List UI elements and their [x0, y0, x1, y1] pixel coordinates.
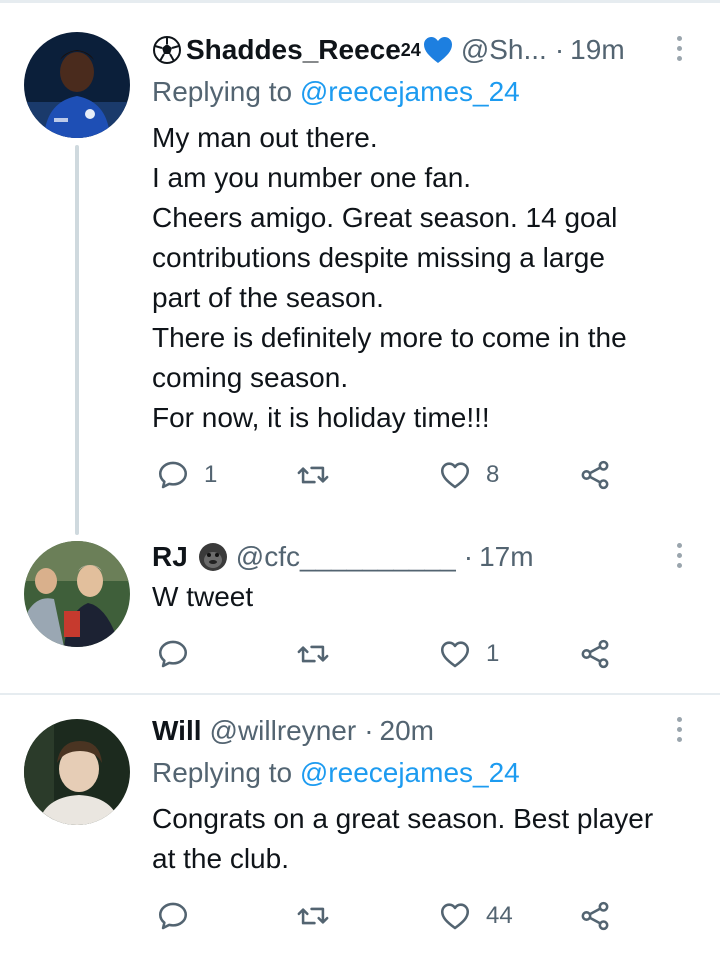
tweet-line: There is definitely more to come in the [152, 322, 627, 353]
thread-line [75, 145, 79, 535]
handle[interactable]: @Sh... [461, 32, 547, 68]
display-name[interactable]: RJ [152, 539, 228, 575]
retweet-button[interactable] [296, 896, 344, 936]
share-icon [581, 639, 609, 669]
blue-heart-icon [423, 37, 452, 63]
separator-dot: · [554, 34, 565, 65]
like-button[interactable]: 44 [438, 896, 513, 936]
gorilla-icon [198, 543, 227, 571]
display-name-text: RJ [152, 541, 188, 572]
share-button[interactable] [578, 896, 612, 936]
reply-icon [158, 461, 188, 489]
replying-to-label: Replying to [152, 757, 293, 788]
share-button[interactable] [578, 634, 612, 674]
tweet-line: at the club. [152, 843, 289, 874]
timestamp[interactable]: 19m [570, 32, 624, 68]
reply-count: 1 [204, 461, 218, 488]
retweet-button[interactable] [296, 455, 344, 495]
display-name[interactable]: Will [152, 713, 202, 749]
tweet-line: part of the season. [152, 282, 384, 313]
heart-icon [440, 903, 470, 930]
timestamp[interactable]: 17m [479, 539, 533, 575]
display-name-text: Shaddes_Reece [186, 34, 401, 65]
tweet-line: Cheers amigo. Great season. 14 goal [152, 202, 618, 233]
heart-icon [440, 462, 470, 489]
action-bar: 1 [152, 634, 632, 674]
tweet-line: I am you number one fan. [152, 162, 472, 193]
handle[interactable]: @cfc__________ [236, 539, 456, 575]
reply-button[interactable] [156, 634, 204, 674]
mention-link[interactable]: @reecejames_24 [300, 76, 520, 107]
separator-dot: · [463, 541, 474, 572]
tweet-text: Congrats on a great season. Best player … [152, 799, 690, 879]
share-button[interactable] [578, 455, 612, 495]
replying-to: Replying to @reecejames_24 [152, 74, 520, 110]
avatar[interactable] [24, 32, 130, 138]
avatar[interactable] [24, 719, 130, 825]
tweet-line: W tweet [152, 581, 254, 612]
tweet-line: My man out there. [152, 122, 378, 153]
more-icon[interactable] [676, 543, 684, 573]
action-bar: 1 8 [152, 455, 632, 495]
more-icon[interactable] [676, 36, 684, 66]
handle[interactable]: @willreyner [210, 713, 357, 749]
timestamp[interactable]: 20m [380, 713, 434, 749]
tweet-header: Will @willreyner · 20m [152, 713, 660, 749]
like-count: 44 [486, 902, 513, 929]
reply-button[interactable]: 1 [156, 455, 217, 495]
tweet-header: RJ @cfc__________ · 17m [152, 539, 660, 575]
reply-icon [158, 902, 188, 930]
retweet-icon [297, 466, 329, 484]
retweet-button[interactable] [296, 634, 344, 674]
reply-button[interactable] [156, 896, 204, 936]
separator-dot: · [364, 715, 374, 746]
soccer-ball-icon [153, 36, 181, 64]
tweet-line: contributions despite missing a large [152, 242, 605, 273]
replying-to: Replying to @reecejames_24 [152, 755, 520, 791]
like-button[interactable]: 1 [438, 634, 499, 674]
like-button[interactable]: 8 [438, 455, 499, 495]
share-icon [581, 460, 609, 490]
divider [0, 693, 720, 695]
retweet-icon [297, 907, 329, 925]
heart-icon [440, 641, 470, 668]
action-bar: 44 [152, 896, 632, 936]
mention-link[interactable]: @reecejames_24 [300, 757, 520, 788]
tweet-line: Congrats on a great season. Best player [152, 803, 654, 834]
replying-to-label: Replying to [152, 76, 293, 107]
share-icon [581, 901, 609, 931]
retweet-icon [297, 645, 329, 663]
tweet-header: Shaddes_Reece 24 @Sh... · 19m [152, 32, 660, 68]
tweet-text: My man out there. I am you number one fa… [152, 118, 690, 438]
top-divider [0, 0, 720, 3]
display-name[interactable]: Shaddes_Reece 24 [152, 32, 453, 68]
avatar[interactable] [24, 541, 130, 647]
tweet-line: For now, it is holiday time!!! [152, 402, 490, 433]
like-count: 8 [486, 461, 500, 488]
more-icon[interactable] [676, 717, 684, 747]
tweet-text: W tweet [152, 577, 690, 617]
like-count: 1 [486, 640, 500, 667]
tweet-line: coming season. [152, 362, 349, 393]
reply-icon [158, 640, 188, 668]
